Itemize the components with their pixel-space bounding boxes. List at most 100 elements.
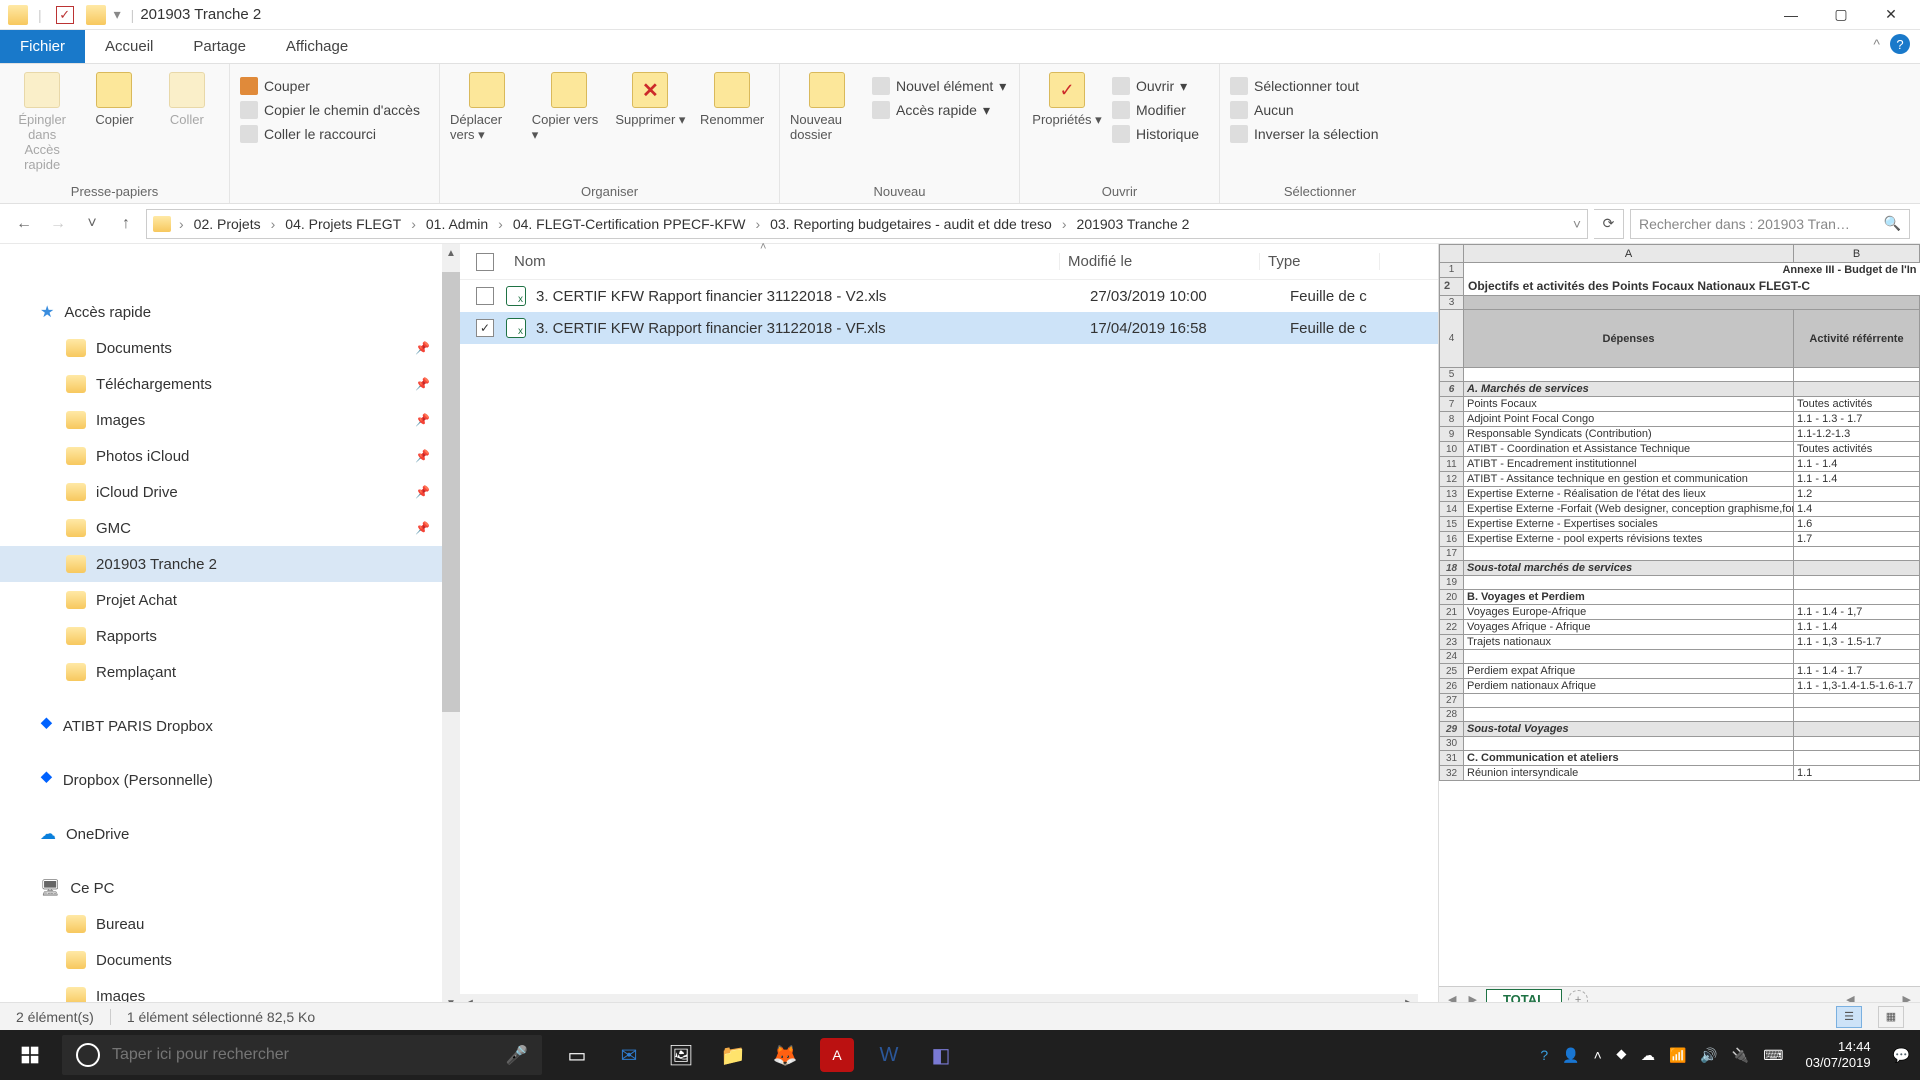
sidebar-item[interactable]: Documents📌 bbox=[0, 330, 460, 366]
properties-button[interactable]: Propriétés ▾ bbox=[1030, 68, 1104, 128]
tray-people-icon[interactable]: 👤 bbox=[1562, 1047, 1579, 1064]
col-header[interactable]: B bbox=[1794, 245, 1920, 263]
sidebar-item[interactable]: Rapports bbox=[0, 618, 460, 654]
tray-power-icon[interactable]: 🔌 bbox=[1732, 1047, 1749, 1064]
file-row[interactable]: ✓3. CERTIF KFW Rapport financier 3112201… bbox=[460, 312, 1438, 344]
rename-button[interactable]: Renommer bbox=[695, 68, 769, 127]
start-button[interactable] bbox=[0, 1030, 60, 1080]
tab-share[interactable]: Partage bbox=[173, 30, 266, 63]
delete-button[interactable]: Supprimer ▾ bbox=[614, 68, 688, 128]
select-all-checkbox[interactable] bbox=[476, 253, 494, 271]
taskbar-word[interactable]: W bbox=[872, 1038, 906, 1072]
search-input[interactable]: Rechercher dans : 201903 Tran… 🔍 bbox=[1630, 209, 1910, 239]
sidebar-item[interactable]: iCloud Drive📌 bbox=[0, 474, 460, 510]
select-none-button[interactable]: Aucun bbox=[1230, 98, 1379, 122]
taskbar-clock[interactable]: 14:4403/07/2019 bbox=[1797, 1039, 1878, 1070]
open-button[interactable]: Ouvrir ▾ bbox=[1112, 74, 1199, 98]
taskbar-app[interactable]: ◧ bbox=[924, 1038, 958, 1072]
nav-recent-button[interactable]: ˅ bbox=[78, 210, 106, 238]
breadcrumb[interactable]: 03. Reporting budgetaires - audit et dde… bbox=[768, 216, 1054, 232]
preview-cell: Expertise Externe - Expertises sociales bbox=[1464, 517, 1794, 532]
nav-up-button[interactable]: ↑ bbox=[112, 210, 140, 238]
history-button[interactable]: Historique bbox=[1112, 122, 1199, 146]
sidebar-item[interactable]: Téléchargements📌 bbox=[0, 366, 460, 402]
nav-back-button[interactable]: ← bbox=[10, 210, 38, 238]
file-checkbox[interactable]: ✓ bbox=[476, 319, 494, 337]
taskbar-photos[interactable]: 🖼 bbox=[664, 1038, 698, 1072]
nav-quick-access[interactable]: ★Accès rapide bbox=[0, 294, 460, 330]
sidebar-item[interactable]: Bureau bbox=[0, 906, 460, 942]
breadcrumb[interactable]: 01. Admin bbox=[424, 216, 490, 232]
breadcrumb[interactable]: 04. Projets FLEGT bbox=[283, 216, 403, 232]
edit-button[interactable]: Modifier bbox=[1112, 98, 1199, 122]
tray-overflow-icon[interactable]: ˄ bbox=[1594, 1047, 1602, 1063]
nav-this-pc[interactable]: 🖥Ce PC bbox=[0, 870, 460, 906]
new-item-button[interactable]: Nouvel élément ▾ bbox=[872, 74, 1006, 98]
col-modified[interactable]: Modifié le bbox=[1060, 253, 1260, 270]
tray-help-icon[interactable]: ? bbox=[1540, 1047, 1548, 1063]
quick-access-button[interactable]: Accès rapide ▾ bbox=[872, 98, 1006, 122]
collapse-ribbon-icon[interactable]: ^ bbox=[1873, 36, 1880, 52]
copy-button[interactable]: Copier bbox=[82, 68, 146, 127]
nav-dropbox[interactable]: ⯁ATIBT PARIS Dropbox bbox=[0, 708, 460, 744]
scrollbar-thumb[interactable] bbox=[442, 272, 460, 712]
chevron-down-icon[interactable]: ▾ bbox=[114, 6, 121, 23]
file-row[interactable]: 3. CERTIF KFW Rapport financier 31122018… bbox=[460, 280, 1438, 312]
select-all-button[interactable]: Sélectionner tout bbox=[1230, 74, 1379, 98]
qat-check-icon[interactable]: ✓ bbox=[56, 6, 74, 24]
tray-keyboard-icon[interactable]: ⌨ bbox=[1763, 1047, 1783, 1064]
scroll-up-button[interactable]: ▲ bbox=[442, 244, 460, 262]
taskbar-search[interactable]: 🎤 bbox=[62, 1035, 542, 1075]
minimize-button[interactable]: — bbox=[1766, 0, 1816, 30]
col-type[interactable]: Type bbox=[1260, 253, 1380, 270]
new-folder-button[interactable]: Nouveau dossier bbox=[790, 68, 864, 142]
col-name[interactable]: Nom bbox=[506, 253, 1060, 270]
paste-shortcut-button[interactable]: Coller le raccourci bbox=[240, 122, 420, 146]
sidebar-item[interactable]: Images📌 bbox=[0, 402, 460, 438]
sidebar-item[interactable]: 201903 Tranche 2 bbox=[0, 546, 460, 582]
copy-to-button[interactable]: Copier vers ▾ bbox=[532, 68, 606, 143]
col-header[interactable]: A bbox=[1464, 245, 1794, 263]
paste-button[interactable]: Coller bbox=[155, 68, 219, 127]
mic-icon[interactable]: 🎤 bbox=[506, 1045, 528, 1066]
invert-selection-button[interactable]: Inverser la sélection bbox=[1230, 122, 1379, 146]
sidebar-item[interactable]: Projet Achat bbox=[0, 582, 460, 618]
taskbar-acrobat[interactable]: A bbox=[820, 1038, 854, 1072]
icons-view-button[interactable]: ▦ bbox=[1878, 1006, 1904, 1028]
breadcrumb[interactable]: 02. Projets bbox=[192, 216, 263, 232]
nav-onedrive[interactable]: ☁OneDrive bbox=[0, 816, 460, 852]
tray-dropbox-icon[interactable]: ⯁ bbox=[1616, 1047, 1627, 1064]
taskbar-outlook[interactable]: ✉ bbox=[612, 1038, 646, 1072]
tab-home[interactable]: Accueil bbox=[85, 30, 173, 63]
tab-view[interactable]: Affichage bbox=[266, 30, 368, 63]
copy-path-button[interactable]: Copier le chemin d'accès bbox=[240, 98, 420, 122]
tray-onedrive-icon[interactable]: ☁ bbox=[1641, 1047, 1655, 1064]
nav-forward-button[interactable]: → bbox=[44, 210, 72, 238]
chevron-down-icon[interactable]: ˅ bbox=[1573, 216, 1581, 232]
sidebar-item[interactable]: GMC📌 bbox=[0, 510, 460, 546]
breadcrumb[interactable]: 04. FLEGT-Certification PPECF-KFW bbox=[511, 216, 748, 232]
breadcrumb[interactable]: 201903 Tranche 2 bbox=[1075, 216, 1192, 232]
close-button[interactable]: ✕ bbox=[1866, 0, 1916, 30]
tray-wifi-icon[interactable]: 📶 bbox=[1669, 1047, 1686, 1064]
sidebar-item[interactable]: Remplaçant bbox=[0, 654, 460, 690]
maximize-button[interactable]: ▢ bbox=[1816, 0, 1866, 30]
help-icon[interactable]: ? bbox=[1890, 34, 1910, 54]
cut-button[interactable]: Couper bbox=[240, 74, 420, 98]
action-center-icon[interactable]: 💬 bbox=[1893, 1047, 1910, 1064]
pin-quickaccess-button[interactable]: Épingler dans Accès rapide bbox=[10, 68, 74, 172]
sidebar-item[interactable]: Documents bbox=[0, 942, 460, 978]
move-to-button[interactable]: Déplacer vers ▾ bbox=[450, 68, 524, 143]
tray-volume-icon[interactable]: 🔊 bbox=[1700, 1047, 1717, 1064]
file-checkbox[interactable] bbox=[476, 287, 494, 305]
tab-file[interactable]: Fichier bbox=[0, 30, 85, 63]
taskbar-firefox[interactable]: 🦊 bbox=[768, 1038, 802, 1072]
refresh-button[interactable]: ⟳ bbox=[1594, 209, 1624, 239]
nav-dropbox-personal[interactable]: ⯁Dropbox (Personnelle) bbox=[0, 762, 460, 798]
taskbar-explorer[interactable]: 📁 bbox=[716, 1038, 750, 1072]
address-bar[interactable]: › 02. Projets› 04. Projets FLEGT› 01. Ad… bbox=[146, 209, 1588, 239]
taskbar-search-input[interactable] bbox=[112, 1046, 494, 1064]
task-view-button[interactable]: ▭ bbox=[560, 1038, 594, 1072]
details-view-button[interactable]: ☰ bbox=[1836, 1006, 1862, 1028]
sidebar-item[interactable]: Photos iCloud📌 bbox=[0, 438, 460, 474]
